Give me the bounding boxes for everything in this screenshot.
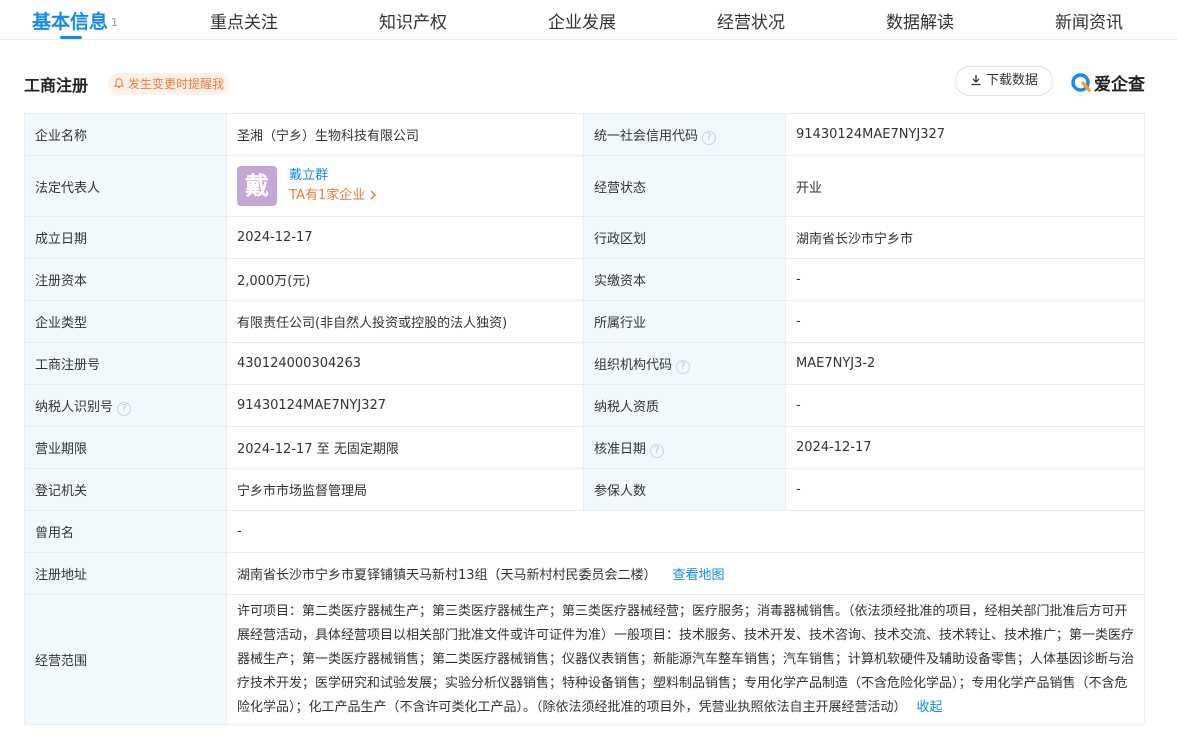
legal-rep-companies-link[interactable]: TA有1家企业 <box>289 186 377 206</box>
tab-key-focus[interactable]: 重点关注 <box>210 8 278 33</box>
table-row: 注册地址 湖南省长沙市宁乡市夏铎铺镇天马新村13组（天马新村村民委员会二楼） 查看… <box>24 552 1145 595</box>
help-icon[interactable]: ? <box>702 130 717 145</box>
taxpayer-id-label: 纳税人识别号 <box>35 399 114 415</box>
status-label: 经营状态 <box>583 155 786 217</box>
legal-rep-label: 法定代表人 <box>24 155 227 217</box>
table-row: 企业类型 有限责任公司(非自然人投资或控股的法人独资) 所属行业 - <box>24 300 1145 343</box>
tab-operations[interactable]: 经营状况 <box>717 8 785 33</box>
scope-collapse-link[interactable]: 收起 <box>917 700 943 715</box>
section-header: 工商注册 发生变更时提醒我 下载数据 爱企查 <box>24 64 1145 104</box>
section-title: 工商注册 <box>24 76 89 95</box>
authority-label: 登记机关 <box>24 468 227 511</box>
legal-rep-companies-label: TA有1家企业 <box>289 188 366 203</box>
tab-development[interactable]: 企业发展 <box>548 8 616 33</box>
tab-basic-info-label: 基本信息 <box>32 11 109 33</box>
address-cell: 湖南省长沙市宁乡市夏铎铺镇天马新村13组（天马新村村民委员会二楼） 查看地图 <box>226 552 1145 595</box>
top-tab-bar: 基本信息 1 重点关注 知识产权 企业发展 经营状况 数据解读 新闻资讯 <box>0 0 1177 40</box>
taxpayer-qual-value: - <box>785 384 1145 427</box>
aiqicha-brand-text: 爱企查 <box>1094 75 1145 95</box>
industry-label: 所属行业 <box>583 300 786 343</box>
reg-capital-value: 2,000万(元) <box>226 258 584 301</box>
table-row: 登记机关 宁乡市市场监督管理局 参保人数 - <box>24 468 1145 511</box>
table-row: 经营范围 许可项目：第二类医疗器械生产；第三类医疗器械生产；第三类医疗器械经营；… <box>24 594 1145 725</box>
scope-value: 许可项目：第二类医疗器械生产；第三类医疗器械生产；第三类医疗器械经营；医疗服务；… <box>237 604 1135 715</box>
founded-label: 成立日期 <box>24 216 227 259</box>
aiqicha-logo-icon <box>1071 72 1091 92</box>
industry-value: - <box>785 300 1145 343</box>
reg-capital-label: 注册资本 <box>24 258 227 301</box>
credit-code-label: 统一社会信用代码 <box>594 128 699 144</box>
change-remind-button[interactable]: 发生变更时提醒我 <box>108 73 231 95</box>
tab-news[interactable]: 新闻资讯 <box>1055 8 1123 33</box>
founded-value: 2024-12-17 <box>226 216 584 259</box>
business-registration-table: 企业名称 圣湘（宁乡）生物科技有限公司 统一社会信用代码? 91430124MA… <box>24 113 1145 725</box>
former-name-value: - <box>226 510 1145 553</box>
avatar[interactable]: 戴 <box>237 166 277 206</box>
download-data-button[interactable]: 下载数据 <box>954 66 1053 96</box>
approval-value: 2024-12-17 <box>785 426 1145 469</box>
table-row: 成立日期 2024-12-17 行政区划 湖南省长沙市宁乡市 <box>24 216 1145 259</box>
legal-rep-info: 戴立群 TA有1家企业 <box>289 166 377 206</box>
credit-code-value: 91430124MAE7NYJ327 <box>785 113 1145 156</box>
taxpayer-id-value: 91430124MAE7NYJ327 <box>226 384 584 427</box>
insured-label: 参保人数 <box>583 468 786 511</box>
table-row: 企业名称 圣湘（宁乡）生物科技有限公司 统一社会信用代码? 91430124MA… <box>24 113 1145 156</box>
approval-label: 核准日期 <box>594 441 647 457</box>
company-name-label: 企业名称 <box>24 113 227 156</box>
approval-label-cell: 核准日期? <box>583 426 786 469</box>
table-row: 工商注册号 430124000304263 组织机构代码? MAE7NYJ3-2 <box>24 342 1145 385</box>
paid-capital-label: 实缴资本 <box>583 258 786 301</box>
legal-rep-cell: 戴 戴立群 TA有1家企业 <box>226 155 584 217</box>
insured-value: - <box>785 468 1145 511</box>
aiqicha-brand: 爱企查 <box>1070 70 1145 95</box>
legal-rep-name[interactable]: 戴立群 <box>289 166 377 186</box>
type-value: 有限责任公司(非自然人投资或控股的法人独资) <box>226 300 584 343</box>
type-label: 企业类型 <box>24 300 227 343</box>
tab-data-insight[interactable]: 数据解读 <box>886 8 954 33</box>
term-value: 2024-12-17 至 无固定期限 <box>226 426 584 469</box>
tab-basic-info[interactable]: 基本信息 1 <box>32 7 118 34</box>
table-row: 注册资本 2,000万(元) 实缴资本 - <box>24 258 1145 301</box>
change-remind-label: 发生变更时提醒我 <box>128 77 225 91</box>
paid-capital-value: - <box>785 258 1145 301</box>
credit-code-label-cell: 统一社会信用代码? <box>583 113 786 156</box>
former-name-label: 曾用名 <box>24 510 227 553</box>
download-icon <box>971 75 981 86</box>
term-label: 营业期限 <box>24 426 227 469</box>
tab-basic-info-count: 1 <box>111 16 119 29</box>
status-value: 开业 <box>785 155 1145 217</box>
download-data-label: 下载数据 <box>985 73 1038 88</box>
org-code-label-cell: 组织机构代码? <box>583 342 786 385</box>
org-code-label: 组织机构代码 <box>594 357 673 373</box>
table-row: 法定代表人 戴 戴立群 TA有1家企业 经营状态 开业 <box>24 155 1145 217</box>
table-row: 曾用名 - <box>24 510 1145 553</box>
table-row: 营业期限 2024-12-17 至 无固定期限 核准日期? 2024-12-17 <box>24 426 1145 469</box>
active-tab-indicator <box>60 36 82 39</box>
region-label: 行政区划 <box>583 216 786 259</box>
authority-value: 宁乡市市场监督管理局 <box>226 468 584 511</box>
reg-no-label: 工商注册号 <box>24 342 227 385</box>
address-value: 湖南省长沙市宁乡市夏铎铺镇天马新村13组（天马新村村民委员会二楼） <box>237 568 657 583</box>
view-map-link[interactable]: 查看地图 <box>673 568 725 583</box>
bell-icon <box>114 78 124 88</box>
help-icon[interactable]: ? <box>650 443 665 458</box>
company-name-value: 圣湘（宁乡）生物科技有限公司 <box>226 113 584 156</box>
table-row: 纳税人识别号? 91430124MAE7NYJ327 纳税人资质 - <box>24 384 1145 427</box>
chevron-right-icon <box>370 190 377 200</box>
help-icon[interactable]: ? <box>117 401 132 416</box>
help-icon[interactable]: ? <box>676 359 691 374</box>
taxpayer-id-label-cell: 纳税人识别号? <box>24 384 227 427</box>
reg-no-value: 430124000304263 <box>226 342 584 385</box>
scope-cell: 许可项目：第二类医疗器械生产；第三类医疗器械生产；第三类医疗器械经营；医疗服务；… <box>226 594 1145 725</box>
tab-ip[interactable]: 知识产权 <box>379 8 447 33</box>
org-code-value: MAE7NYJ3-2 <box>785 342 1145 385</box>
region-value: 湖南省长沙市宁乡市 <box>785 216 1145 259</box>
address-label: 注册地址 <box>24 552 227 595</box>
scope-label: 经营范围 <box>24 594 227 725</box>
taxpayer-qual-label: 纳税人资质 <box>583 384 786 427</box>
